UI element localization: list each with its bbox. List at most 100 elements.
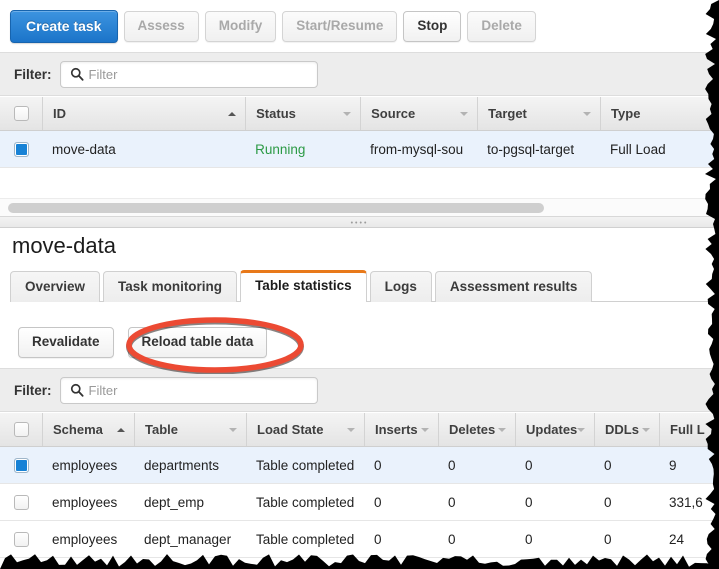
tasks-col-source-label: Source bbox=[371, 106, 460, 121]
scrollbar-thumb[interactable] bbox=[8, 203, 544, 213]
table-row[interactable]: employees dept_emp Table completed 0 0 0… bbox=[0, 484, 719, 521]
tasks-col-status-label: Status bbox=[256, 106, 343, 121]
task-toolbar: Create task Assess Modify Start/Resume S… bbox=[0, 0, 719, 52]
tasks-filter-placeholder: Filter bbox=[89, 67, 118, 82]
stats-filter-placeholder: Filter bbox=[89, 383, 118, 398]
search-icon bbox=[70, 383, 84, 397]
stats-filter-bar: Filter: Filter bbox=[0, 368, 719, 412]
tasks-col-status[interactable]: Status bbox=[245, 97, 360, 130]
tasks-col-target[interactable]: Target bbox=[477, 97, 600, 130]
chevron-down-icon bbox=[642, 428, 650, 432]
tasks-filter-bar: Filter: Filter bbox=[0, 52, 719, 96]
chevron-down-icon bbox=[498, 428, 506, 432]
stats-col-load-state-label: Load State bbox=[257, 422, 347, 437]
stats-col-ddls-label: DDLs bbox=[605, 422, 642, 437]
stats-col-full-load-rows-label: Full L bbox=[670, 422, 719, 437]
delete-button[interactable]: Delete bbox=[467, 11, 536, 42]
stats-row-checkbox[interactable] bbox=[14, 495, 29, 510]
stats-cell-full-load-rows: 24 bbox=[659, 521, 719, 557]
stats-cell-inserts: 0 bbox=[364, 521, 438, 557]
stats-filter-input[interactable]: Filter bbox=[60, 377, 318, 404]
tasks-row-checkbox[interactable] bbox=[14, 142, 29, 157]
create-task-button[interactable]: Create task bbox=[10, 10, 118, 43]
stats-cell-deletes: 0 bbox=[438, 484, 515, 520]
stats-col-updates[interactable]: Updates bbox=[515, 413, 594, 446]
stats-select-all-cell[interactable] bbox=[0, 413, 42, 446]
stats-col-deletes-label: Deletes bbox=[449, 422, 498, 437]
detail-tabs: Overview Task monitoring Table statistic… bbox=[10, 270, 719, 302]
tasks-col-type[interactable]: Type bbox=[600, 97, 719, 130]
tasks-table: ID Status Source Target Type m bbox=[0, 97, 719, 168]
tasks-filter-label: Filter: bbox=[14, 67, 52, 82]
stats-cell-full-load-rows: 331,6 bbox=[659, 484, 719, 520]
stop-button[interactable]: Stop bbox=[403, 11, 461, 42]
stats-cell-schema: employees bbox=[42, 521, 134, 557]
stats-row-checkbox[interactable] bbox=[14, 532, 29, 547]
stats-cell-inserts: 0 bbox=[364, 484, 438, 520]
tab-assessment-results[interactable]: Assessment results bbox=[435, 271, 593, 302]
stats-cell-table: departments bbox=[134, 447, 246, 483]
stats-select-all-checkbox[interactable] bbox=[14, 422, 29, 437]
tab-logs[interactable]: Logs bbox=[370, 271, 432, 302]
tasks-col-id-label: ID bbox=[53, 106, 228, 121]
tasks-cell-source: from-mysql-sou bbox=[360, 131, 477, 167]
table-row[interactable]: employees dept_manager Table completed 0… bbox=[0, 521, 719, 558]
stats-col-ddls[interactable]: DDLs bbox=[594, 413, 659, 446]
stats-col-inserts-label: Inserts bbox=[375, 422, 421, 437]
chevron-down-icon bbox=[421, 428, 429, 432]
stats-row-select-cell[interactable] bbox=[0, 447, 42, 483]
stats-col-inserts[interactable]: Inserts bbox=[364, 413, 438, 446]
stats-cell-ddls: 0 bbox=[594, 484, 659, 520]
stats-table-header: Schema Table Load State Inserts Deletes … bbox=[0, 413, 719, 447]
stats-row-checkbox[interactable] bbox=[14, 458, 29, 473]
horizontal-scrollbar[interactable] bbox=[0, 198, 719, 216]
chevron-down-icon bbox=[343, 112, 351, 116]
stats-cell-schema: employees bbox=[42, 484, 134, 520]
table-row[interactable]: move-data Running from-mysql-sou to-pgsq… bbox=[0, 131, 719, 168]
stats-col-table-label: Table bbox=[145, 422, 229, 437]
stats-cell-schema: employees bbox=[42, 447, 134, 483]
tab-overview[interactable]: Overview bbox=[10, 271, 100, 302]
tasks-select-all-cell[interactable] bbox=[0, 97, 42, 130]
tasks-col-source[interactable]: Source bbox=[360, 97, 477, 130]
revalidate-button[interactable]: Revalidate bbox=[18, 327, 114, 358]
stats-cell-load-state: Table completed bbox=[246, 484, 364, 520]
chevron-down-icon bbox=[577, 428, 585, 432]
reload-table-data-button[interactable]: Reload table data bbox=[128, 327, 268, 358]
assess-button[interactable]: Assess bbox=[124, 11, 199, 42]
tasks-filter-input[interactable]: Filter bbox=[60, 61, 318, 88]
table-statistics-actions: Revalidate Reload table data bbox=[18, 327, 273, 358]
start-resume-button[interactable]: Start/Resume bbox=[282, 11, 397, 42]
tasks-cell-type: Full Load bbox=[600, 131, 719, 167]
tasks-cell-id[interactable]: move-data bbox=[42, 131, 245, 167]
stats-cell-load-state: Table completed bbox=[246, 521, 364, 557]
stats-cell-full-load-rows: 9 bbox=[659, 447, 719, 483]
stats-filter-label: Filter: bbox=[14, 383, 52, 398]
stats-col-updates-label: Updates bbox=[526, 422, 577, 437]
stats-cell-ddls: 0 bbox=[594, 447, 659, 483]
modify-button[interactable]: Modify bbox=[205, 11, 277, 42]
table-row[interactable]: employees departments Table completed 0 … bbox=[0, 447, 719, 484]
tab-task-monitoring[interactable]: Task monitoring bbox=[103, 271, 237, 302]
tab-table-statistics[interactable]: Table statistics bbox=[240, 270, 367, 302]
tasks-select-all-checkbox[interactable] bbox=[14, 106, 29, 121]
chevron-down-icon bbox=[460, 112, 468, 116]
stats-col-table[interactable]: Table bbox=[134, 413, 246, 446]
stats-col-schema[interactable]: Schema bbox=[42, 413, 134, 446]
stats-row-select-cell[interactable] bbox=[0, 484, 42, 520]
stats-col-full-load-rows[interactable]: Full L bbox=[659, 413, 719, 446]
resize-grip-icon: •••• bbox=[351, 221, 369, 226]
panel-resize-handle[interactable]: •••• bbox=[0, 216, 719, 228]
stats-cell-inserts: 0 bbox=[364, 447, 438, 483]
tasks-col-id[interactable]: ID bbox=[42, 97, 245, 130]
stats-row-select-cell[interactable] bbox=[0, 521, 42, 557]
tasks-row-select-cell[interactable] bbox=[0, 131, 42, 167]
tasks-col-type-label: Type bbox=[611, 106, 719, 121]
sort-ascending-icon bbox=[117, 428, 125, 432]
stats-col-load-state[interactable]: Load State bbox=[246, 413, 364, 446]
tasks-cell-status: Running bbox=[245, 131, 360, 167]
sort-ascending-icon bbox=[228, 112, 236, 116]
stats-cell-updates: 0 bbox=[515, 521, 594, 557]
chevron-down-icon bbox=[347, 428, 355, 432]
stats-col-deletes[interactable]: Deletes bbox=[438, 413, 515, 446]
